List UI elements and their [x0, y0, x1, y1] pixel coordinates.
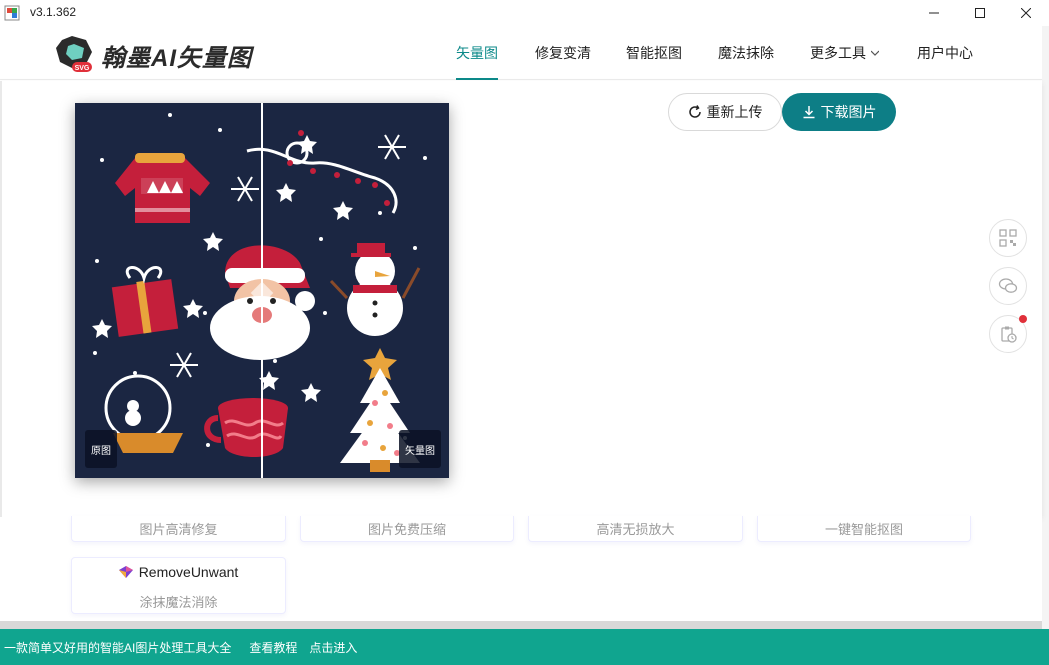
refresh-icon	[688, 105, 702, 119]
nav-repair[interactable]: 修复变清	[535, 26, 591, 80]
notification-badge	[1019, 315, 1027, 323]
tool-card-upscale[interactable]: 高清无损放大	[528, 516, 743, 542]
nav-cutout[interactable]: 智能抠图	[626, 26, 682, 80]
close-button[interactable]	[1003, 0, 1049, 26]
nav-magic-erase[interactable]: 魔法抹除	[718, 26, 774, 80]
removeunwant-logo-icon	[118, 566, 133, 578]
minimize-icon	[929, 12, 939, 14]
reupload-button[interactable]: 重新上传	[668, 93, 782, 131]
app-version: v3.1.362	[30, 5, 77, 19]
nav-user-center[interactable]: 用户中心	[917, 26, 973, 80]
svg-text:SVG: SVG	[75, 65, 90, 72]
nav-vector[interactable]: 矢量图	[456, 26, 498, 80]
app-header: SVG 翰墨AI矢量图 矢量图 修复变清 智能抠图 魔法抹除 更多工具 用户中心	[0, 26, 1049, 80]
wechat-icon	[998, 278, 1018, 293]
original-tag: 原图	[85, 430, 117, 468]
active-tab-indicator	[456, 78, 498, 80]
qrcode-button[interactable]	[989, 219, 1027, 257]
download-icon	[802, 105, 816, 119]
maximize-button[interactable]	[957, 0, 1003, 26]
horizontal-scrollbar[interactable]	[0, 621, 1042, 629]
tool-card-remove-unwant[interactable]: RemoveUnwant 涂抹魔法消除	[71, 557, 286, 614]
footer-tutorial-link[interactable]: 查看教程	[249, 639, 297, 656]
download-image-button[interactable]: 下载图片	[782, 93, 896, 131]
nav-more-tools[interactable]: 更多工具	[810, 26, 880, 80]
brand-logo: SVG	[56, 36, 92, 72]
footer-banner: 一款简单又好用的智能AI图片处理工具大全 查看教程 点击进入	[0, 629, 1049, 665]
footer-enter-link[interactable]: 点击进入	[309, 639, 357, 656]
clipboard-history-icon	[1001, 326, 1017, 343]
title-bar: v3.1.362	[0, 0, 1049, 26]
footer-slogan: 一款简单又好用的智能AI图片处理工具大全	[4, 640, 232, 655]
maximize-icon	[975, 8, 985, 18]
tool-card-cutout[interactable]: 一键智能抠图	[757, 516, 971, 542]
app-icon	[4, 5, 20, 21]
vertical-scrollbar[interactable]	[1042, 26, 1049, 629]
close-icon	[1021, 8, 1031, 18]
vector-tag: 矢量图	[399, 430, 441, 468]
tool-card-hd-repair[interactable]: 图片高清修复	[71, 516, 286, 542]
removeunwant-subtitle: 涂抹魔法消除	[139, 595, 218, 610]
qrcode-icon	[999, 229, 1017, 247]
minimize-button[interactable]	[911, 0, 957, 26]
image-compare-canvas[interactable]: 原图 矢量图	[75, 103, 449, 478]
brand-name: 翰墨AI矢量图	[101, 45, 252, 72]
removeunwant-title: RemoveUnwant	[138, 564, 239, 580]
chevron-down-icon	[870, 48, 880, 59]
tool-card-compress[interactable]: 图片免费压缩	[300, 516, 514, 542]
wechat-button[interactable]	[989, 267, 1027, 305]
